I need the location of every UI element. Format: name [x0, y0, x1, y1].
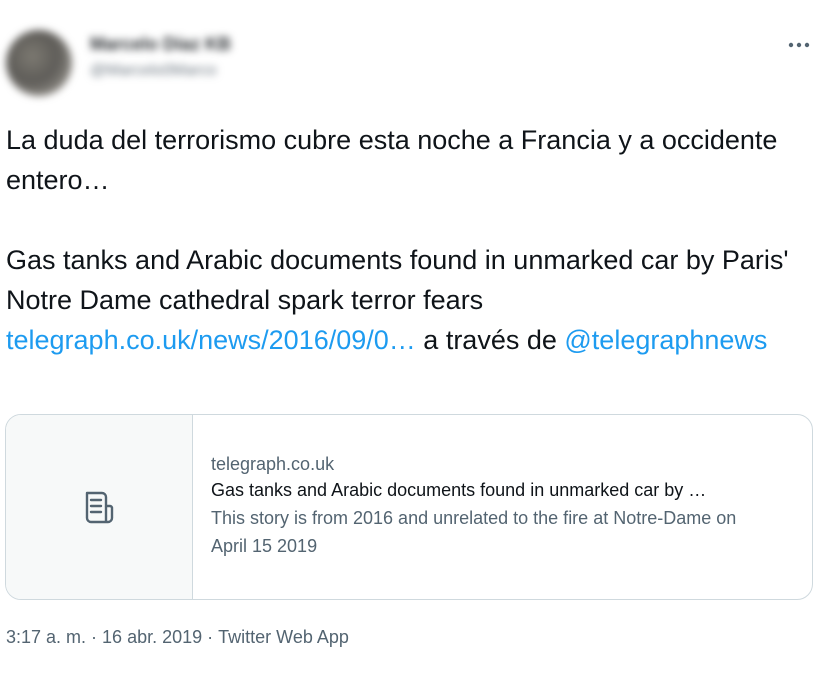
tweet-date[interactable]: 16 abr. 2019 — [102, 627, 202, 647]
meta-separator: · — [91, 627, 98, 647]
meta-separator: · — [207, 627, 214, 647]
author-name[interactable]: Marcelo Díaz KB — [90, 34, 231, 55]
card-body: telegraph.co.uk Gas tanks and Arabic doc… — [211, 452, 801, 560]
via-text: a través de — [423, 325, 557, 355]
tweet-headline: Gas tanks and Arabic documents found in … — [6, 245, 789, 315]
document-icon — [85, 491, 114, 524]
tweet-source[interactable]: Twitter Web App — [218, 627, 349, 647]
author-handle[interactable]: @Marcelo0Marco — [90, 62, 217, 80]
link-preview-card[interactable]: telegraph.co.uk Gas tanks and Arabic doc… — [5, 414, 813, 600]
card-title: Gas tanks and Arabic documents found in … — [211, 480, 707, 500]
tweet-text-line-2: Gas tanks and Arabic documents found in … — [6, 240, 816, 360]
tweet-text-line-1: La duda del terrorismo cubre esta noche … — [6, 125, 778, 195]
article-link[interactable]: telegraph.co.uk/news/2016/09/0… — [6, 325, 416, 355]
card-thumbnail — [6, 415, 193, 599]
more-horizontal-icon — [788, 42, 810, 48]
tweet-text: La duda del terrorismo cubre esta noche … — [6, 120, 816, 360]
tweet-time[interactable]: 3:17 a. m. — [6, 627, 86, 647]
tweet: Marcelo Díaz KB @Marcelo0Marco La duda d… — [0, 0, 838, 674]
avatar[interactable] — [6, 30, 72, 96]
tweet-header: Marcelo Díaz KB @Marcelo0Marco — [0, 0, 838, 100]
mention-link[interactable]: @telegraphnews — [564, 325, 767, 355]
card-domain: telegraph.co.uk — [211, 454, 335, 474]
tweet-metadata: 3:17 a. m. · 16 abr. 2019 · Twitter Web App — [6, 624, 349, 650]
more-options-button[interactable] — [782, 30, 816, 60]
card-description: This story is from 2016 and unrelated to… — [211, 508, 737, 556]
